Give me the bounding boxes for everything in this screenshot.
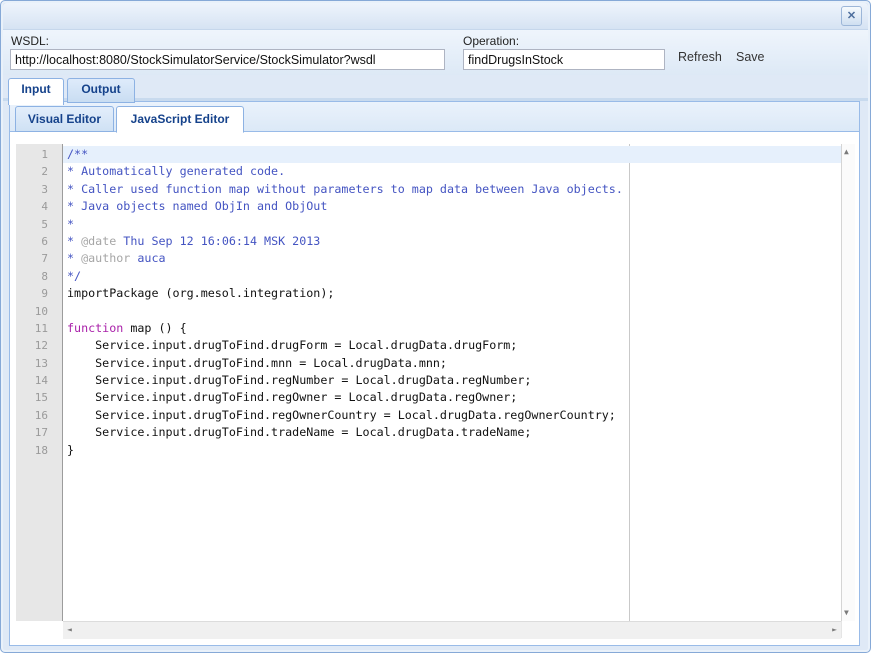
line-number: 5 bbox=[16, 216, 62, 233]
close-icon: ✕ bbox=[847, 10, 856, 22]
code-line[interactable]: * @date Thu Sep 12 16:06:14 MSK 2013 bbox=[63, 233, 847, 250]
line-number: 3 bbox=[16, 181, 62, 198]
code-line[interactable]: * Automatically generated code. bbox=[63, 163, 847, 180]
window-titlebar: ✕ bbox=[3, 3, 868, 30]
tab-input[interactable]: Input bbox=[8, 78, 64, 105]
scroll-left-icon[interactable]: ◄ bbox=[67, 626, 72, 634]
code-line[interactable]: * bbox=[63, 216, 847, 233]
line-number: 9 bbox=[16, 285, 62, 302]
line-number: 4 bbox=[16, 198, 62, 215]
code-line[interactable]: * Java objects named ObjIn and ObjOut bbox=[63, 198, 847, 215]
code-line[interactable]: * @author auca bbox=[63, 250, 847, 267]
line-number: 7 bbox=[16, 250, 62, 267]
line-number: 15 bbox=[16, 389, 62, 406]
line-number: 17 bbox=[16, 424, 62, 441]
code-line[interactable]: Service.input.drugToFind.tradeName = Loc… bbox=[63, 424, 847, 441]
code-editor[interactable]: 123456789101112131415161718 /*** Automat… bbox=[14, 144, 855, 639]
code-line[interactable]: Service.input.drugToFind.regNumber = Loc… bbox=[63, 372, 847, 389]
line-number: 1 bbox=[16, 146, 62, 163]
wsdl-label: WSDL: bbox=[11, 34, 49, 48]
line-number: 16 bbox=[16, 407, 62, 424]
line-number: 18 bbox=[16, 442, 62, 459]
horizontal-scrollbar[interactable]: ◄ ► bbox=[63, 621, 841, 639]
line-number: 10 bbox=[16, 303, 62, 320]
tab-output[interactable]: Output bbox=[67, 78, 135, 103]
line-numbers: 123456789101112131415161718 bbox=[16, 144, 63, 621]
line-number: 14 bbox=[16, 372, 62, 389]
tab-visual-editor[interactable]: Visual Editor bbox=[15, 106, 114, 132]
operation-input[interactable] bbox=[463, 49, 665, 70]
close-button[interactable]: ✕ bbox=[841, 6, 862, 26]
code-line[interactable]: */ bbox=[63, 268, 847, 285]
code-line[interactable]: * Caller used function map without param… bbox=[63, 181, 847, 198]
code-line[interactable]: } bbox=[63, 442, 847, 459]
refresh-button[interactable]: Refresh bbox=[672, 47, 728, 67]
scrollbar-corner bbox=[841, 621, 855, 638]
code-line[interactable]: Service.input.drugToFind.mnn = Local.dru… bbox=[63, 355, 847, 372]
operation-label: Operation: bbox=[463, 34, 519, 48]
line-number: 11 bbox=[16, 320, 62, 337]
line-number: 13 bbox=[16, 355, 62, 372]
line-number: 8 bbox=[16, 268, 62, 285]
vertical-scrollbar[interactable]: ▲ ▼ bbox=[841, 144, 855, 621]
code-line[interactable]: /** bbox=[63, 146, 847, 163]
scroll-down-icon[interactable]: ▼ bbox=[844, 609, 849, 617]
io-tabbar: Input Output bbox=[3, 78, 868, 101]
line-number: 2 bbox=[16, 163, 62, 180]
mapping-editor-window: ✕ WSDL: Operation: Refresh Save Input Ou… bbox=[0, 0, 871, 653]
editor-tabbar: Visual Editor JavaScript Editor bbox=[10, 102, 859, 132]
wsdl-input[interactable] bbox=[10, 49, 445, 70]
code-line[interactable]: importPackage (org.mesol.integration); bbox=[63, 285, 847, 302]
code-line[interactable] bbox=[63, 303, 847, 320]
line-number: 12 bbox=[16, 337, 62, 354]
tab-javascript-editor[interactable]: JavaScript Editor bbox=[116, 106, 244, 133]
scroll-up-icon[interactable]: ▲ bbox=[844, 148, 849, 156]
save-button[interactable]: Save bbox=[730, 47, 771, 67]
toolbar: WSDL: Operation: Refresh Save bbox=[3, 30, 868, 75]
scroll-right-icon[interactable]: ► bbox=[832, 626, 837, 634]
code-line[interactable]: Service.input.drugToFind.regOwnerCountry… bbox=[63, 407, 847, 424]
input-panel: Visual Editor JavaScript Editor 12345678… bbox=[9, 101, 860, 646]
code-line[interactable]: Service.input.drugToFind.drugForm = Loca… bbox=[63, 337, 847, 354]
code-lines[interactable]: /*** Automatically generated code.* Call… bbox=[63, 146, 847, 459]
line-number: 6 bbox=[16, 233, 62, 250]
code-line[interactable]: function map () { bbox=[63, 320, 847, 337]
code-line[interactable]: Service.input.drugToFind.regOwner = Loca… bbox=[63, 389, 847, 406]
